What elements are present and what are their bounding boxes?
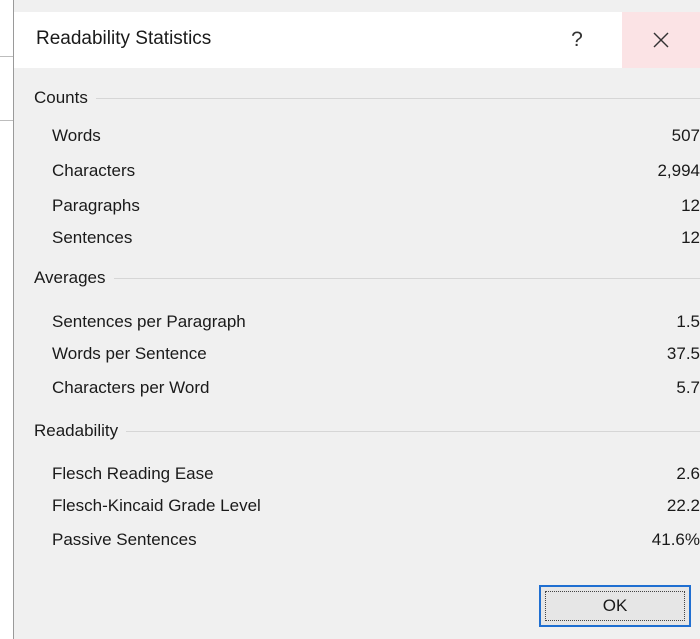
readability-section-header: Readability — [34, 419, 700, 443]
stat-row-paragraphs: Paragraphs 12 — [52, 194, 700, 218]
stat-row-characters: Characters 2,994 — [52, 159, 700, 183]
readability-header-label: Readability — [34, 421, 119, 440]
ok-button-label: OK — [545, 591, 685, 621]
stat-value: 5.7 — [676, 378, 700, 397]
averages-header-label: Averages — [34, 268, 106, 287]
stat-value: 12 — [681, 196, 700, 215]
stat-label: Passive Sentences — [52, 530, 197, 549]
stat-label: Sentences — [52, 228, 133, 247]
section-divider — [126, 430, 700, 432]
stat-label: Characters per Word — [52, 378, 210, 397]
stat-row-words-per-sentence: Words per Sentence 37.5 — [52, 342, 700, 366]
stat-label: Characters — [52, 161, 136, 180]
stat-row-passive-sentences: Passive Sentences 41.6% — [52, 528, 700, 552]
counts-header-label: Counts — [34, 88, 88, 107]
stat-value: 507 — [671, 126, 700, 145]
stat-row-sentences: Sentences 12 — [52, 226, 700, 250]
counts-section-header: Counts — [34, 86, 700, 110]
stat-row-sentences-per-paragraph: Sentences per Paragraph 1.5 — [52, 310, 700, 334]
dialog-title: Readability Statistics — [36, 28, 212, 49]
stat-value: 12 — [681, 228, 700, 247]
averages-section-header: Averages — [34, 266, 700, 290]
close-button[interactable] — [622, 12, 700, 68]
stat-value: 41.6% — [651, 530, 700, 549]
stat-label: Words — [52, 126, 101, 145]
stat-row-flesch-reading-ease: Flesch Reading Ease 2.6 — [52, 462, 700, 486]
stat-label: Flesch-Kincaid Grade Level — [52, 496, 261, 515]
stat-row-flesch-kincaid-grade-level: Flesch-Kincaid Grade Level 22.2 — [52, 494, 700, 518]
stat-value: 2,994 — [657, 161, 700, 180]
stat-value: 1.5 — [676, 312, 700, 331]
ok-button[interactable]: OK — [539, 585, 691, 627]
help-button[interactable]: ? — [544, 12, 610, 68]
stat-label: Paragraphs — [52, 196, 140, 215]
stat-value: 37.5 — [666, 344, 700, 363]
stat-label: Flesch Reading Ease — [52, 464, 214, 483]
close-icon — [653, 32, 669, 48]
stat-label: Sentences per Paragraph — [52, 312, 246, 331]
section-divider — [113, 277, 700, 279]
stat-value: 2.6 — [676, 464, 700, 483]
stat-row-characters-per-word: Characters per Word 5.7 — [52, 376, 700, 400]
readability-statistics-dialog: Readability Statistics ? Counts Words 50… — [13, 0, 700, 639]
stat-label: Words per Sentence — [52, 344, 207, 363]
section-divider — [95, 97, 700, 99]
stat-value: 22.2 — [666, 496, 700, 515]
dialog-titlebar: Readability Statistics ? — [14, 12, 700, 68]
stat-row-words: Words 507 — [52, 124, 700, 148]
